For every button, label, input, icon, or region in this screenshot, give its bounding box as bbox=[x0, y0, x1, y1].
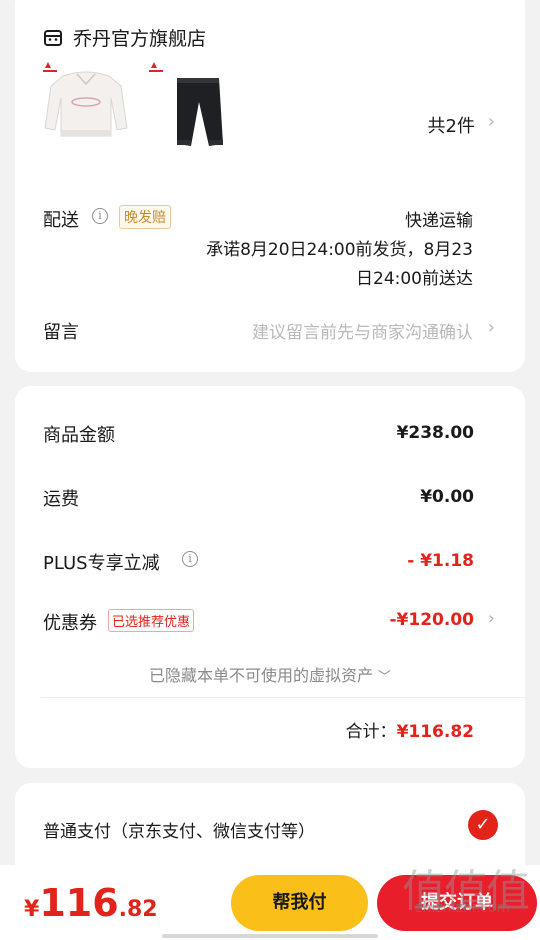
price-card: 商品金额 ¥238.00 运费 ¥0.00 PLUS专享立减 i - ¥1.18… bbox=[15, 386, 525, 768]
late-ship-tag: 晚发赔 bbox=[119, 205, 171, 229]
delivery-method[interactable]: 快递运输 承诺8月20日24:00前发货，8月23 日24:00前送达 bbox=[206, 206, 473, 289]
delivery-promise-line2: 日24:00前送达 bbox=[356, 269, 473, 289]
goods-amount-value: ¥238.00 bbox=[396, 423, 474, 443]
plus-discount-label: PLUS专享立减 bbox=[43, 553, 160, 574]
home-indicator[interactable] bbox=[162, 934, 378, 938]
plus-discount-value: - ¥1.18 bbox=[407, 551, 474, 571]
help-me-pay-button[interactable]: 帮我付 bbox=[231, 875, 368, 931]
store-card: 乔丹官方旗舰店 共2件 › 配送 i 晚发赔 快递运输 承诺8月20日24:00… bbox=[15, 0, 525, 372]
hidden-assets-text: 已隐藏本单不可使用的虚拟资产 bbox=[148, 666, 373, 685]
watermark-url: zhizhizhi.com bbox=[415, 900, 510, 916]
divider bbox=[41, 697, 525, 698]
order-total: 合计：¥116.82 bbox=[346, 717, 474, 742]
goods-amount-label: 商品金额 bbox=[43, 425, 115, 446]
price-currency: ¥ bbox=[24, 897, 40, 922]
message-input[interactable]: 建议留言前先与商家沟通确认 bbox=[252, 318, 473, 343]
chevron-right-icon[interactable]: › bbox=[488, 608, 495, 629]
bottom-total-price: ¥116.82 bbox=[24, 881, 158, 925]
shipping-label: 运费 bbox=[43, 489, 79, 510]
product-thumbnail-pants[interactable] bbox=[147, 58, 237, 158]
price-integer: 116 bbox=[39, 881, 119, 925]
shipping-value: ¥0.00 bbox=[420, 487, 474, 507]
chevron-right-icon[interactable]: › bbox=[488, 111, 495, 132]
total-label: 合计： bbox=[345, 722, 397, 742]
info-icon[interactable]: i bbox=[92, 208, 108, 224]
store-name: 乔丹官方旗舰店 bbox=[73, 28, 207, 50]
payment-method-label[interactable]: 普通支付（京东支付、微信支付等） bbox=[43, 817, 315, 842]
price-decimal: .82 bbox=[118, 897, 158, 922]
item-count[interactable]: 共2件 bbox=[428, 112, 475, 138]
delivery-label: 配送 bbox=[43, 210, 79, 231]
delivery-method-text: 快递运输 bbox=[405, 211, 473, 231]
delivery-promise-line1: 承诺8月20日24:00前发货，8月23 bbox=[206, 240, 473, 260]
hidden-assets-toggle[interactable]: 已隐藏本单不可使用的虚拟资产 ﹀ bbox=[15, 662, 525, 686]
store-header[interactable]: 乔丹官方旗舰店 bbox=[43, 24, 206, 51]
storefront-icon bbox=[44, 29, 62, 46]
check-icon[interactable]: ✓ bbox=[468, 810, 498, 840]
coupon-label: 优惠券 bbox=[43, 613, 97, 634]
chevron-right-icon[interactable]: › bbox=[488, 317, 495, 338]
message-label: 留言 bbox=[43, 322, 79, 343]
total-value: ¥116.82 bbox=[396, 722, 474, 742]
info-icon[interactable]: i bbox=[182, 551, 198, 567]
chevron-down-icon: ﹀ bbox=[378, 670, 392, 685]
coupon-selected-tag: 已选推荐优惠 bbox=[108, 609, 195, 632]
coupon-value[interactable]: -¥120.00 bbox=[390, 610, 475, 630]
product-thumbnail-jacket[interactable] bbox=[41, 58, 131, 158]
